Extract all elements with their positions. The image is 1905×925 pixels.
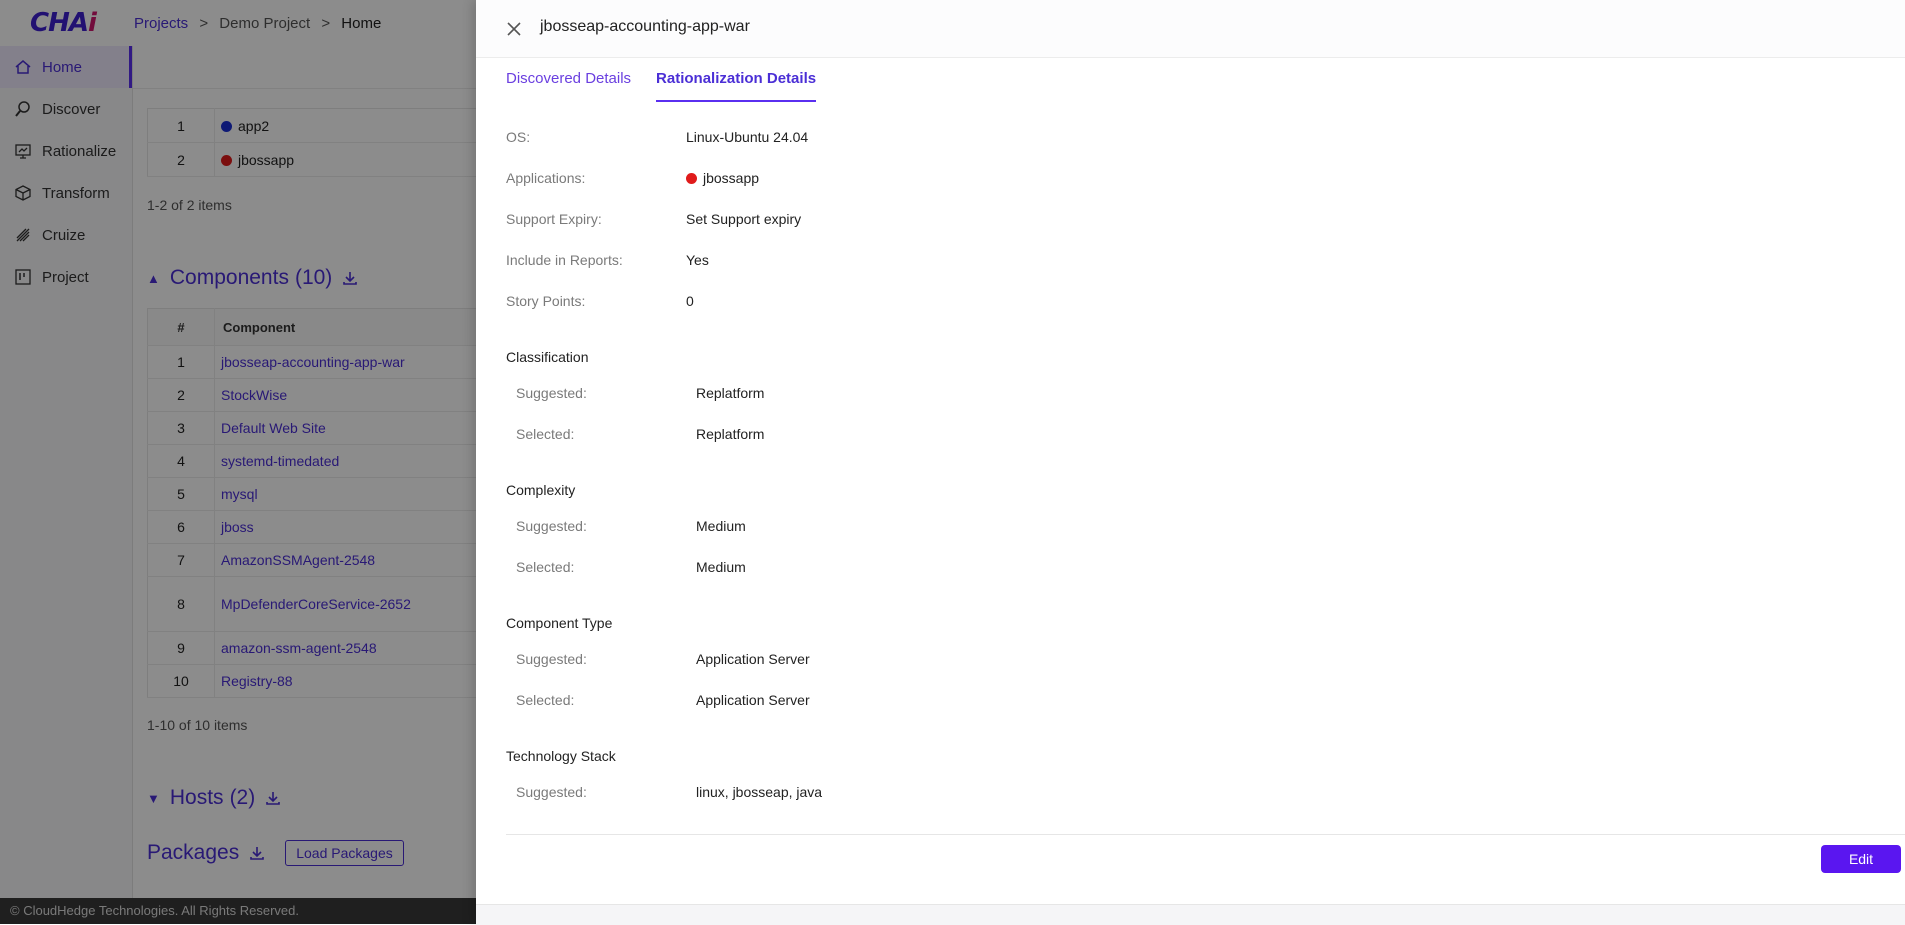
classification-selected-row: Selected: Replatform bbox=[516, 426, 764, 442]
complexity-suggested-value: Medium bbox=[696, 518, 746, 534]
classification-suggested-row: Suggested: Replatform bbox=[516, 385, 764, 401]
suggested-label: Suggested: bbox=[516, 651, 587, 667]
applications-value[interactable]: jbossapp bbox=[686, 170, 759, 186]
support-expiry-row: Support Expiry: Set Support expiry bbox=[506, 211, 801, 227]
component-type-title: Component Type bbox=[506, 615, 613, 631]
technology-stack-title: Technology Stack bbox=[506, 748, 616, 764]
technology-stack-suggested-value: linux, jbosseap, java bbox=[696, 784, 823, 800]
classification-suggested-value: Replatform bbox=[696, 385, 765, 401]
edit-button[interactable]: Edit bbox=[1821, 845, 1901, 873]
suggested-label: Suggested: bbox=[516, 385, 587, 401]
support-expiry-label: Support Expiry: bbox=[506, 211, 602, 227]
applications-row: Applications: jbossapp bbox=[506, 170, 759, 186]
technology-stack-suggested-row: Suggested: linux, jbosseap, java bbox=[516, 784, 822, 800]
classification-title: Classification bbox=[506, 349, 589, 365]
suggested-label: Suggested: bbox=[516, 518, 587, 534]
os-label: OS: bbox=[506, 129, 531, 145]
drawer-bottom-strip bbox=[476, 904, 1905, 925]
os-row: OS: Linux-Ubuntu 24.04 bbox=[506, 129, 808, 145]
classification-selected-value: Replatform bbox=[696, 426, 765, 442]
selected-label: Selected: bbox=[516, 559, 575, 575]
drawer-header: jbosseap-accounting-app-war bbox=[476, 0, 1905, 58]
include-in-reports-value: Yes bbox=[686, 252, 709, 268]
complexity-selected-value: Medium bbox=[696, 559, 746, 575]
story-points-value: 0 bbox=[686, 293, 694, 309]
component-type-selected-value: Application Server bbox=[696, 692, 810, 708]
os-value: Linux-Ubuntu 24.04 bbox=[686, 129, 809, 145]
complexity-title: Complexity bbox=[506, 482, 576, 498]
component-type-suggested-row: Suggested: Application Server bbox=[516, 651, 810, 667]
selected-label: Selected: bbox=[516, 426, 575, 442]
complexity-suggested-row: Suggested: Medium bbox=[516, 518, 746, 534]
story-points-label: Story Points: bbox=[506, 293, 586, 309]
drawer-title: jbosseap-accounting-app-war bbox=[540, 18, 750, 35]
drawer-divider bbox=[506, 834, 1905, 835]
app-color-dot bbox=[686, 173, 697, 184]
tab-rationalization-details[interactable]: Rationalization Details bbox=[656, 58, 817, 102]
include-in-reports-row: Include in Reports: Yes bbox=[506, 252, 709, 268]
support-expiry-value[interactable]: Set Support expiry bbox=[686, 211, 801, 227]
component-type-selected-row: Selected: Application Server bbox=[516, 692, 810, 708]
details-drawer: jbosseap-accounting-app-war Discovered D… bbox=[476, 0, 1905, 925]
tab-discovered-details[interactable]: Discovered Details bbox=[506, 58, 631, 100]
story-points-row: Story Points: 0 bbox=[506, 293, 694, 309]
component-type-suggested-value: Application Server bbox=[696, 651, 810, 667]
suggested-label: Suggested: bbox=[516, 784, 587, 800]
applications-label: Applications: bbox=[506, 170, 586, 186]
include-in-reports-label: Include in Reports: bbox=[506, 252, 623, 268]
drawer-tabs: Discovered Details Rationalization Detai… bbox=[506, 58, 841, 102]
close-icon[interactable] bbox=[504, 19, 524, 39]
complexity-selected-row: Selected: Medium bbox=[516, 559, 746, 575]
selected-label: Selected: bbox=[516, 692, 575, 708]
